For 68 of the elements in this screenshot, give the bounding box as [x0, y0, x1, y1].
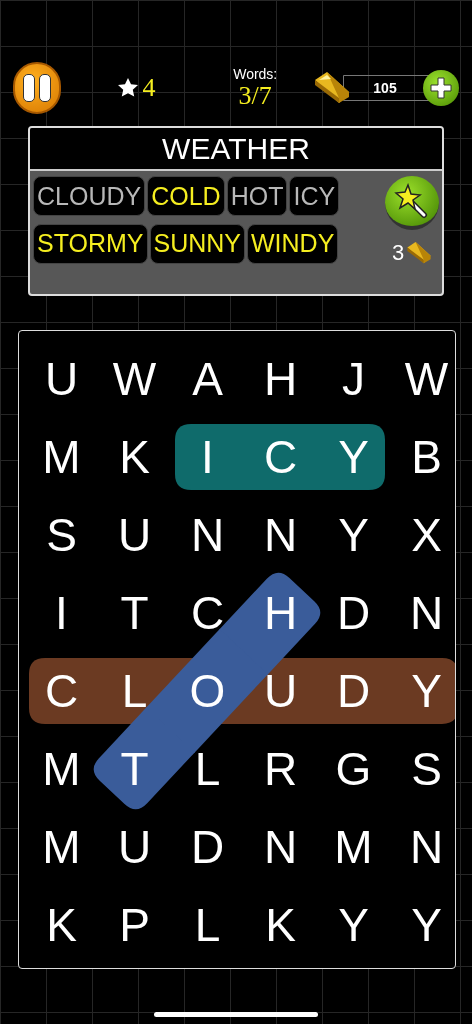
grid-letter[interactable]: D — [190, 824, 225, 870]
grid-letter[interactable]: Y — [338, 902, 369, 948]
grid-letter[interactable]: S — [46, 512, 77, 558]
word-chip: SUNNY — [149, 223, 245, 264]
grid-letter[interactable]: N — [409, 590, 444, 636]
grid-letter[interactable]: K — [265, 902, 296, 948]
magic-wand-button[interactable] — [385, 176, 439, 230]
grid-letter[interactable]: L — [194, 902, 221, 948]
grid-letter[interactable]: T — [120, 746, 149, 792]
grid-letter[interactable]: C — [44, 668, 79, 714]
word-chip: HOT — [226, 176, 288, 216]
grid-letter[interactable]: U — [117, 512, 152, 558]
grid-letter[interactable]: D — [336, 590, 371, 636]
grid-letter[interactable]: K — [119, 434, 150, 480]
plus-icon — [430, 77, 452, 99]
grid-letter[interactable]: Y — [411, 668, 442, 714]
grid-letter[interactable]: U — [44, 356, 79, 402]
grid-letter[interactable]: X — [411, 512, 442, 558]
grid-letter[interactable]: M — [42, 824, 81, 870]
grid-letter[interactable]: M — [42, 746, 81, 792]
grid-letter[interactable]: S — [411, 746, 442, 792]
grid-letter[interactable]: L — [194, 746, 221, 792]
grid-letter[interactable]: W — [112, 356, 157, 402]
ingot-icon — [406, 240, 433, 266]
category-title: WEATHER — [162, 133, 310, 164]
hint-cost: 3 — [391, 242, 405, 264]
grid-letter[interactable]: K — [46, 902, 77, 948]
grid-letter[interactable]: D — [336, 668, 371, 714]
grid-letter[interactable]: C — [263, 434, 298, 480]
grid-letter[interactable]: L — [121, 668, 148, 714]
grid-letter[interactable]: Y — [338, 434, 369, 480]
star-icon — [117, 77, 140, 99]
grid-letter[interactable]: M — [42, 434, 81, 480]
word-chip: WINDY — [247, 223, 339, 264]
grid-letter[interactable]: T — [120, 590, 149, 636]
grid-letter[interactable]: H — [263, 356, 298, 402]
magic-wand-icon — [394, 183, 430, 219]
grid-letter[interactable]: H — [263, 590, 298, 636]
grid-letter[interactable]: I — [55, 590, 68, 636]
grid-letter[interactable]: R — [263, 746, 298, 792]
grid-letter[interactable]: C — [190, 590, 225, 636]
grid-letter[interactable]: N — [409, 824, 444, 870]
grid-letter[interactable]: G — [335, 746, 372, 792]
pause-button[interactable] — [13, 62, 62, 114]
grid-letter[interactable]: M — [334, 824, 373, 870]
grid-letter[interactable]: J — [342, 356, 365, 402]
star-count: 4 — [142, 75, 156, 101]
words-label: Words: — [233, 67, 278, 81]
words-count: 3/7 — [238, 83, 272, 109]
grid-letter[interactable]: B — [411, 434, 442, 480]
grid-letter[interactable]: W — [404, 356, 449, 402]
grid-letter[interactable]: U — [117, 824, 152, 870]
grid-letter[interactable]: U — [263, 668, 298, 714]
grid-letter[interactable]: Y — [411, 902, 442, 948]
grid-letter[interactable]: P — [119, 902, 150, 948]
word-chip: STORMY — [33, 223, 148, 264]
add-coins-button[interactable] — [423, 70, 459, 106]
word-chip: CLOUDY — [33, 176, 146, 216]
grid-letter[interactable]: N — [263, 512, 298, 558]
word-chip: ICY — [289, 176, 340, 216]
ingot-icon — [313, 70, 351, 106]
grid-letter[interactable]: I — [201, 434, 214, 480]
grid-letter[interactable]: O — [189, 668, 226, 714]
grid-letter[interactable]: A — [192, 356, 223, 402]
grid-letter[interactable]: N — [190, 512, 225, 558]
grid-letter[interactable]: N — [263, 824, 298, 870]
grid-letter[interactable]: Y — [338, 512, 369, 558]
word-chip: COLD — [147, 176, 225, 216]
